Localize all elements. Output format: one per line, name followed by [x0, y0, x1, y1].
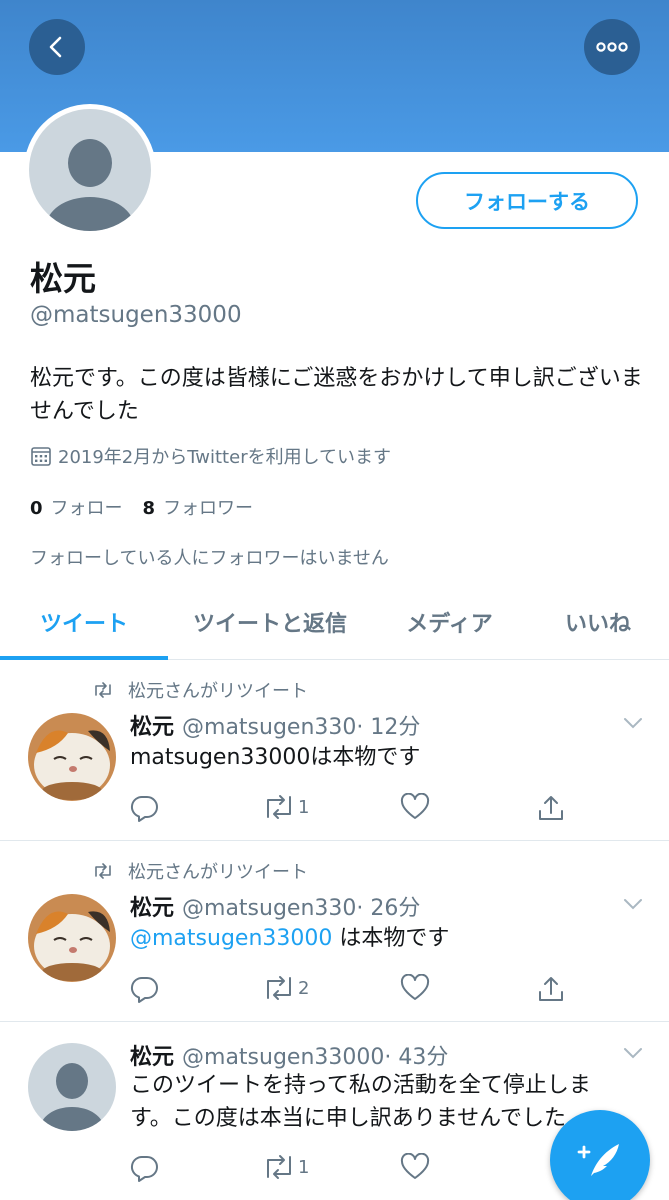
- known-followers-text: フォローしている人にフォロワーはいません: [30, 548, 389, 569]
- reply-button[interactable]: [130, 974, 160, 1004]
- follow-counts: 0 フォロー 8 フォロワー: [30, 494, 253, 520]
- like-button[interactable]: [400, 793, 430, 821]
- following-link[interactable]: 0 フォロー: [30, 494, 123, 520]
- share-button[interactable]: [536, 974, 566, 1004]
- chevron-left-icon: [49, 36, 62, 58]
- cat-avatar[interactable]: [28, 713, 116, 801]
- tweet-menu-button[interactable]: [622, 715, 644, 734]
- active-tab-indicator: [0, 656, 168, 660]
- tweet-text: matsugen33000は本物です: [130, 741, 640, 774]
- heart-icon: [400, 1153, 430, 1179]
- compose-feather-icon: [577, 1144, 619, 1176]
- tab-tweets-and-replies[interactable]: ツイートと返信: [168, 584, 372, 659]
- retweet-label: 松元さんがリツイート: [128, 862, 308, 883]
- heart-icon: [400, 974, 430, 1000]
- tweet-actions: 1: [130, 793, 580, 823]
- followers-count: 8: [142, 498, 156, 519]
- cat-avatar[interactable]: [28, 894, 116, 982]
- reply-button[interactable]: [130, 793, 160, 823]
- joined-date: 2019年2月からTwitterを利用しています: [30, 443, 391, 469]
- reply-icon: [130, 1155, 158, 1182]
- share-icon: [539, 796, 563, 820]
- tab-tweets[interactable]: ツイート: [0, 584, 168, 659]
- tweet-menu-button[interactable]: [622, 1045, 644, 1064]
- reply-icon: [130, 976, 158, 1003]
- tweet-text: このツイートを持って私の活動を全て停止します。この度は本当に申し訳ありませんでし…: [130, 1069, 630, 1135]
- tweet-body: は本物です: [332, 926, 450, 951]
- tweet-header: 松元 @matsugen33000· 43分: [130, 1039, 448, 1071]
- compose-tweet-button[interactable]: [550, 1110, 650, 1200]
- tweet-time: · 43分: [384, 1045, 449, 1070]
- retweet-button[interactable]: 1: [262, 1153, 309, 1181]
- tab-likes[interactable]: いいね: [527, 584, 669, 659]
- tweet-header: 松元 @matsugen330· 12分: [130, 709, 420, 741]
- reply-button[interactable]: [130, 1153, 160, 1183]
- following-label: フォロー: [50, 498, 123, 519]
- tweet-time: · 26分: [356, 896, 421, 921]
- tweet-actions: 1: [130, 1153, 580, 1183]
- retweet-context: 松元さんがリツイート: [92, 858, 308, 884]
- retweet-small-icon: [95, 863, 111, 879]
- tweet-card[interactable]: 松元さんがリツイート 松元 @matsugen330· 12分 matsugen3…: [0, 661, 669, 841]
- retweet-context: 松元さんがリツイート: [92, 677, 308, 703]
- tweet-mention-link[interactable]: @matsugen33000: [130, 926, 332, 951]
- tweet-author-name[interactable]: 松元: [130, 896, 174, 921]
- more-horizontal-icon: [596, 42, 628, 52]
- follow-button[interactable]: フォローする: [416, 172, 638, 229]
- tweet-author-handle[interactable]: @matsugen330: [182, 715, 356, 740]
- default-avatar-icon[interactable]: [28, 1043, 116, 1131]
- joined-text: 2019年2月からTwitterを利用しています: [58, 447, 392, 468]
- reply-icon: [130, 795, 158, 822]
- chevron-down-icon: [624, 899, 642, 910]
- share-button[interactable]: [536, 793, 566, 823]
- tweet-text: @matsugen33000 は本物です: [130, 922, 640, 955]
- tweet-header: 松元 @matsugen330· 26分: [130, 890, 420, 922]
- tweet-body: matsugen33000は本物です: [130, 745, 421, 770]
- tweet-author-handle[interactable]: @matsugen33000: [182, 1045, 384, 1070]
- retweet-count: 1: [298, 1156, 310, 1178]
- profile-handle: @matsugen33000: [30, 302, 242, 328]
- tweet-author-name[interactable]: 松元: [130, 1045, 174, 1070]
- default-avatar-icon: [29, 109, 151, 231]
- share-icon: [539, 977, 563, 1001]
- retweet-icon: [267, 795, 291, 819]
- retweet-icon: [267, 1155, 291, 1179]
- tab-media[interactable]: メディア: [372, 584, 527, 659]
- tweet-author-name[interactable]: 松元: [130, 715, 174, 740]
- tweet-body: このツイートを持って私の活動を全て停止します。この度は本当に申し訳ありませんでし…: [130, 1073, 591, 1131]
- followers-link[interactable]: 8 フォロワー: [143, 494, 254, 520]
- like-button[interactable]: [400, 974, 430, 1002]
- tweet-time: · 12分: [356, 715, 421, 740]
- retweet-label: 松元さんがリツイート: [128, 681, 308, 702]
- profile-avatar[interactable]: [24, 104, 156, 236]
- chevron-down-icon: [624, 1048, 642, 1059]
- retweet-small-icon: [95, 682, 111, 698]
- more-button[interactable]: [584, 19, 640, 75]
- back-button[interactable]: [29, 19, 85, 75]
- calendar-icon: [31, 447, 51, 466]
- retweet-button[interactable]: 2: [262, 974, 309, 1002]
- retweet-count: 1: [298, 796, 310, 818]
- retweet-icon: [267, 976, 291, 1000]
- retweet-button[interactable]: 1: [262, 793, 309, 821]
- profile-tabs: ツイート ツイートと返信 メディア いいね: [0, 584, 669, 660]
- tweet-card[interactable]: 松元さんがリツイート 松元 @matsugen330· 26分 @matsugen…: [0, 842, 669, 1022]
- profile-name: 松元: [30, 259, 96, 298]
- followers-label: フォロワー: [163, 498, 254, 519]
- tweet-actions: 2: [130, 974, 580, 1004]
- profile-bio: 松元です。この度は皆様にご迷惑をおかけして申し訳ございませんでした: [30, 366, 643, 424]
- chevron-down-icon: [624, 718, 642, 729]
- like-button[interactable]: [400, 1153, 430, 1181]
- tweet-author-handle[interactable]: @matsugen330: [182, 896, 356, 921]
- following-count: 0: [30, 498, 43, 519]
- retweet-count: 2: [298, 977, 310, 999]
- tweet-menu-button[interactable]: [622, 896, 644, 915]
- heart-icon: [400, 793, 430, 819]
